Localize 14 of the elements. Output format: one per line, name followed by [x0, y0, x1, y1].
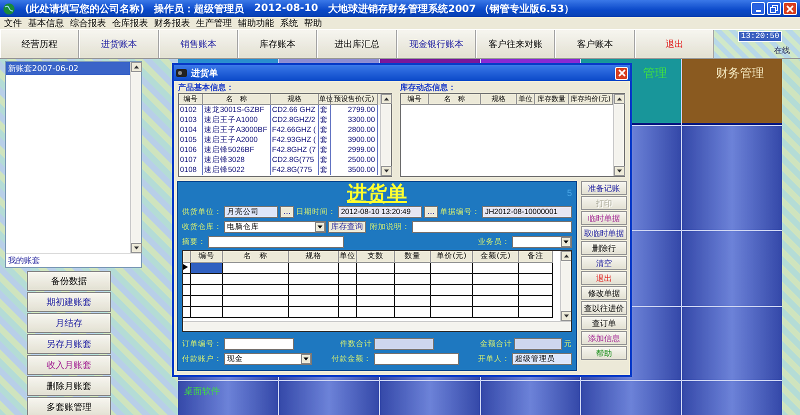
window-title: 大地球进销存财务管理系统2007 （钢管专业版6.53） [328, 2, 574, 16]
tile-label: 管理 [643, 65, 668, 82]
tile-label: 桌面软件 [184, 386, 220, 398]
date-label: 2012-08-10 [254, 3, 318, 14]
form-heading: 进货单 [347, 180, 407, 206]
dialog-title: 进货单 [191, 67, 218, 80]
list-caption: 我的账套 [6, 253, 141, 267]
tile-label: 财务管理 [716, 65, 764, 82]
clock-time: 13:20:50 [738, 31, 782, 42]
company-name: (此处请填写您的公司名称) [25, 2, 144, 16]
status-label: 在线 [774, 45, 790, 56]
section-label: 库存动态信息： [400, 82, 457, 93]
section-label: 产品基本信息： [178, 82, 235, 93]
operator-label: 操作员：超级管理员 [154, 2, 244, 16]
